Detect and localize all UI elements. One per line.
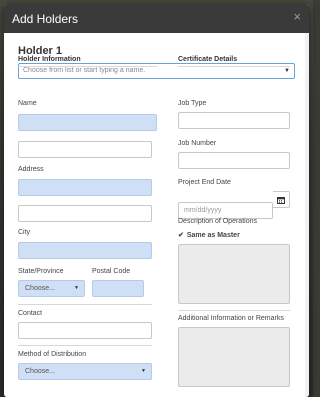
name-secondary-input[interactable] [18,141,152,158]
postal-code-label: Postal Code [92,268,131,275]
additional-info-label: Additional Information or Remarks [178,315,284,322]
project-end-date-label: Project End Date [178,179,231,186]
certificate-details-heading: Certificate Details [178,56,290,67]
postal-code-input[interactable] [92,280,144,297]
job-number-label: Job Number [178,140,217,147]
add-holders-modal: Add Holders × Holder 1 Choose from list … [4,4,309,397]
contact-input[interactable] [18,322,152,339]
modal-title: Add Holders [12,11,79,26]
address-line1-input[interactable] [18,179,152,196]
contact-label: Contact [18,310,43,317]
same-as-master-label: Same as Master [186,231,240,239]
state-label: State/Province [18,268,64,275]
name-input[interactable] [18,114,157,131]
divider [18,304,152,305]
certificate-details-column: Certificate Details Job Type Job Number … [178,56,290,387]
city-label: City [18,229,31,236]
job-number-input[interactable] [178,152,290,169]
additional-info-textarea[interactable] [178,327,290,387]
name-label: Name [18,100,37,107]
holder-information-heading: Holder Information [18,56,157,67]
state-select-value: Choose... [25,285,55,292]
calendar-icon [277,196,285,204]
date-placeholder: mm/dd/yyyy [184,207,222,214]
holder-select-placeholder: Choose from list or start typing a name. [23,67,146,74]
divider [18,345,152,346]
city-input[interactable] [18,242,152,259]
chevron-down-icon: ▼ [141,368,146,374]
description-label: Description of Operations [178,218,257,225]
job-type-input[interactable] [178,112,290,129]
address-line2-input[interactable] [18,205,152,222]
job-type-label: Job Type [178,100,207,107]
description-textarea[interactable] [178,244,290,304]
chevron-down-icon: ▼ [74,285,79,291]
close-icon[interactable]: × [293,10,301,24]
scrollbar[interactable] [305,33,309,397]
calendar-button[interactable] [273,191,290,208]
holder-information-column: Holder Information Name Address City Sta… [18,56,157,380]
divider [178,310,290,311]
distribution-label: Method of Distribution [18,351,87,358]
check-icon: ✔ [178,232,184,239]
modal-header: Add Holders × [4,4,309,33]
state-select[interactable]: Choose... ▼ [18,280,85,297]
distribution-select-value: Choose... [25,368,55,375]
address-label: Address [18,166,44,173]
same-as-master-checkbox[interactable]: ✔ Same as Master [178,231,240,240]
distribution-select[interactable]: Choose... ▼ [18,363,152,380]
project-end-date-input[interactable]: mm/dd/yyyy [178,202,273,219]
